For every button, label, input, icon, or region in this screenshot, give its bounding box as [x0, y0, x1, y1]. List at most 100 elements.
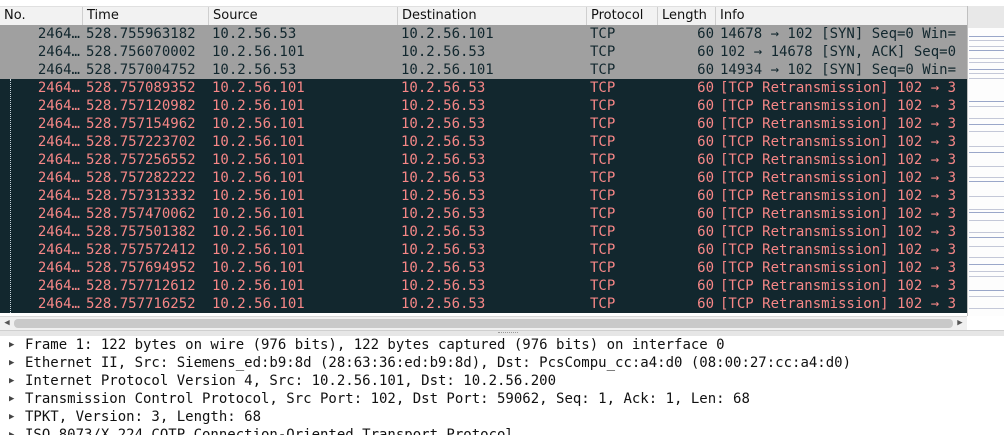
packet-cell-time: 528.757694952	[86, 260, 196, 276]
column-header-source[interactable]: Source	[209, 7, 398, 25]
packet-row[interactable]: 2464… 528.756070002 10.2.56.101 10.2.56.53 T…	[0, 43, 967, 61]
packet-cell-source: 10.2.56.101	[212, 188, 305, 204]
scrollbar-thumb[interactable]	[14, 319, 953, 328]
minimap-packet-mark	[969, 196, 1004, 197]
minimap-viewport-indicator	[968, 6, 1004, 28]
minimap-packet-mark	[969, 308, 1004, 309]
chevron-right-icon[interactable]: ▶	[9, 408, 14, 426]
packet-cell-protocol: TCP	[590, 242, 616, 258]
chevron-left-icon: ◀	[4, 318, 10, 328]
packet-cell-length: 60	[697, 260, 714, 276]
packet-cell-length: 60	[697, 206, 714, 222]
packet-row[interactable]: 2464… 528.757470062 10.2.56.101 10.2.56.53 T…	[0, 205, 967, 223]
packet-row[interactable]: 2464… 528.757501382 10.2.56.101 10.2.56.53 T…	[0, 223, 967, 241]
column-header-time[interactable]: Time	[83, 7, 209, 25]
packet-cell-source: 10.2.56.101	[212, 98, 305, 114]
packet-cell-protocol: TCP	[590, 26, 616, 42]
packet-cell-source: 10.2.56.101	[212, 242, 305, 258]
minimap-packet-mark	[969, 257, 1004, 258]
packet-cell-time: 528.757004752	[86, 62, 196, 78]
packet-cell-time: 528.757223702	[86, 134, 196, 150]
packet-row[interactable]: 2464… 528.757712612 10.2.56.101 10.2.56.53 T…	[0, 277, 967, 295]
packet-cell-time: 528.755963182	[86, 26, 196, 42]
packet-cell-no: 2464…	[37, 260, 80, 276]
horizontal-scrollbar[interactable]: ◀ ▶	[0, 316, 967, 330]
column-header-no[interactable]: No.	[0, 7, 83, 25]
packet-cell-info: [TCP Retransmission] 102 → 3	[720, 98, 957, 114]
packet-row[interactable]: 2464… 528.757154962 10.2.56.101 10.2.56.53 T…	[0, 115, 967, 133]
minimap-packet-mark	[969, 246, 1004, 247]
packet-cell-no: 2464…	[37, 62, 80, 78]
packet-cell-length: 60	[697, 26, 714, 42]
minimap-packet-mark	[969, 58, 1004, 59]
packet-cell-no: 2464…	[37, 170, 80, 186]
detail-tree-item[interactable]: ▶ Transmission Control Protocol, Src Port…	[0, 390, 1004, 408]
packet-cell-destination: 10.2.56.53	[401, 44, 486, 60]
packet-cell-time: 528.757572412	[86, 242, 196, 258]
packet-row[interactable]: 2464… 528.757572412 10.2.56.101 10.2.56.53 T…	[0, 241, 967, 259]
detail-tree-item[interactable]: ▶ TPKT, Version: 3, Length: 68	[0, 408, 1004, 426]
packet-cell-source: 10.2.56.101	[212, 152, 305, 168]
column-header-info[interactable]: Info	[716, 7, 967, 25]
packet-cell-length: 60	[697, 80, 714, 96]
packet-row[interactable]: 2464… 528.755963182 10.2.56.53 10.2.56.101 T…	[0, 25, 967, 43]
packet-cell-time: 528.757716252	[86, 296, 196, 312]
packet-cell-time: 528.757089352	[86, 80, 196, 96]
minimap-packet-mark	[969, 264, 1004, 265]
packet-row[interactable]: 2464… 528.757313332 10.2.56.101 10.2.56.53 T…	[0, 187, 967, 205]
packet-minimap-scrollbar[interactable]	[967, 6, 1004, 316]
packet-row[interactable]: 2464… 528.757716252 10.2.56.101 10.2.56.53 T…	[0, 295, 967, 313]
chevron-right-icon[interactable]: ▶	[9, 426, 14, 435]
detail-tree-label: ISO 8073/X.224 COTP Connection-Oriented …	[25, 427, 514, 435]
chevron-right-icon[interactable]: ▶	[9, 372, 14, 390]
scroll-right-arrow[interactable]: ▶	[953, 317, 967, 330]
packet-list-header: No. Time Source Destination Protocol Len…	[0, 6, 967, 26]
packet-cell-source: 10.2.56.101	[212, 296, 305, 312]
packet-cell-destination: 10.2.56.53	[401, 98, 486, 114]
packet-list: 2464… 528.755963182 10.2.56.53 10.2.56.101 T…	[0, 25, 967, 313]
packet-cell-no: 2464…	[37, 296, 80, 312]
minimap-packet-mark	[969, 220, 1004, 221]
minimap-packet-mark	[969, 276, 1004, 277]
detail-tree-item[interactable]: ▶ ISO 8073/X.224 COTP Connection-Oriented…	[0, 426, 1004, 435]
packet-row[interactable]: 2464… 528.757223702 10.2.56.101 10.2.56.53 T…	[0, 133, 967, 151]
packet-cell-length: 60	[697, 62, 714, 78]
detail-tree-item[interactable]: ▶ Frame 1: 122 bytes on wire (976 bits), …	[0, 336, 1004, 354]
chevron-right-icon: ▶	[957, 318, 963, 328]
minimap-packet-mark	[969, 69, 1004, 70]
packet-cell-length: 60	[697, 278, 714, 294]
packet-cell-info: [TCP Retransmission] 102 → 3	[720, 152, 957, 168]
detail-tree-item[interactable]: ▶ Ethernet II, Src: Siemens_ed:b9:8d (28:…	[0, 354, 1004, 372]
chevron-right-icon[interactable]: ▶	[9, 354, 14, 372]
packet-row[interactable]: 2464… 528.757694952 10.2.56.101 10.2.56.53 T…	[0, 259, 967, 277]
scroll-left-arrow[interactable]: ◀	[0, 317, 14, 330]
minimap-packet-mark	[969, 131, 1004, 132]
packet-cell-protocol: TCP	[590, 278, 616, 294]
packet-cell-protocol: TCP	[590, 116, 616, 132]
packet-row[interactable]: 2464… 528.757120982 10.2.56.101 10.2.56.53 T…	[0, 97, 967, 115]
packet-cell-protocol: TCP	[590, 188, 616, 204]
packet-row[interactable]: 2464… 528.757004752 10.2.56.53 10.2.56.101 T…	[0, 61, 967, 79]
packet-row[interactable]: 2464… 528.757282222 10.2.56.101 10.2.56.53 T…	[0, 169, 967, 187]
splitter-grip[interactable]	[498, 332, 518, 335]
packet-cell-no: 2464…	[37, 80, 80, 96]
packet-cell-source: 10.2.56.53	[212, 62, 297, 78]
packet-cell-no: 2464…	[37, 116, 80, 132]
packet-cell-length: 60	[697, 296, 714, 312]
packet-row[interactable]: 2464… 528.757256552 10.2.56.101 10.2.56.53 T…	[0, 151, 967, 169]
minimap-packet-mark	[969, 146, 1004, 147]
column-header-protocol[interactable]: Protocol	[587, 7, 658, 25]
packet-cell-protocol: TCP	[590, 224, 616, 240]
chevron-right-icon[interactable]: ▶	[9, 390, 14, 408]
packet-cell-no: 2464…	[37, 26, 80, 42]
packet-cell-protocol: TCP	[590, 44, 616, 60]
minimap-packet-mark	[969, 36, 1004, 37]
packet-cell-info: 14678 → 102 [SYN] Seq=0 Win=	[720, 26, 957, 42]
chevron-right-icon[interactable]: ▶	[9, 336, 14, 354]
column-header-destination[interactable]: Destination	[398, 7, 587, 25]
detail-tree-item[interactable]: ▶ Internet Protocol Version 4, Src: 10.2.…	[0, 372, 1004, 390]
packet-cell-info: 102 → 14678 [SYN, ACK] Seq=0	[720, 44, 957, 60]
packet-row[interactable]: 2464… 528.757089352 10.2.56.101 10.2.56.53 T…	[0, 79, 967, 97]
column-header-length[interactable]: Length	[658, 7, 716, 25]
packet-cell-destination: 10.2.56.53	[401, 260, 486, 276]
